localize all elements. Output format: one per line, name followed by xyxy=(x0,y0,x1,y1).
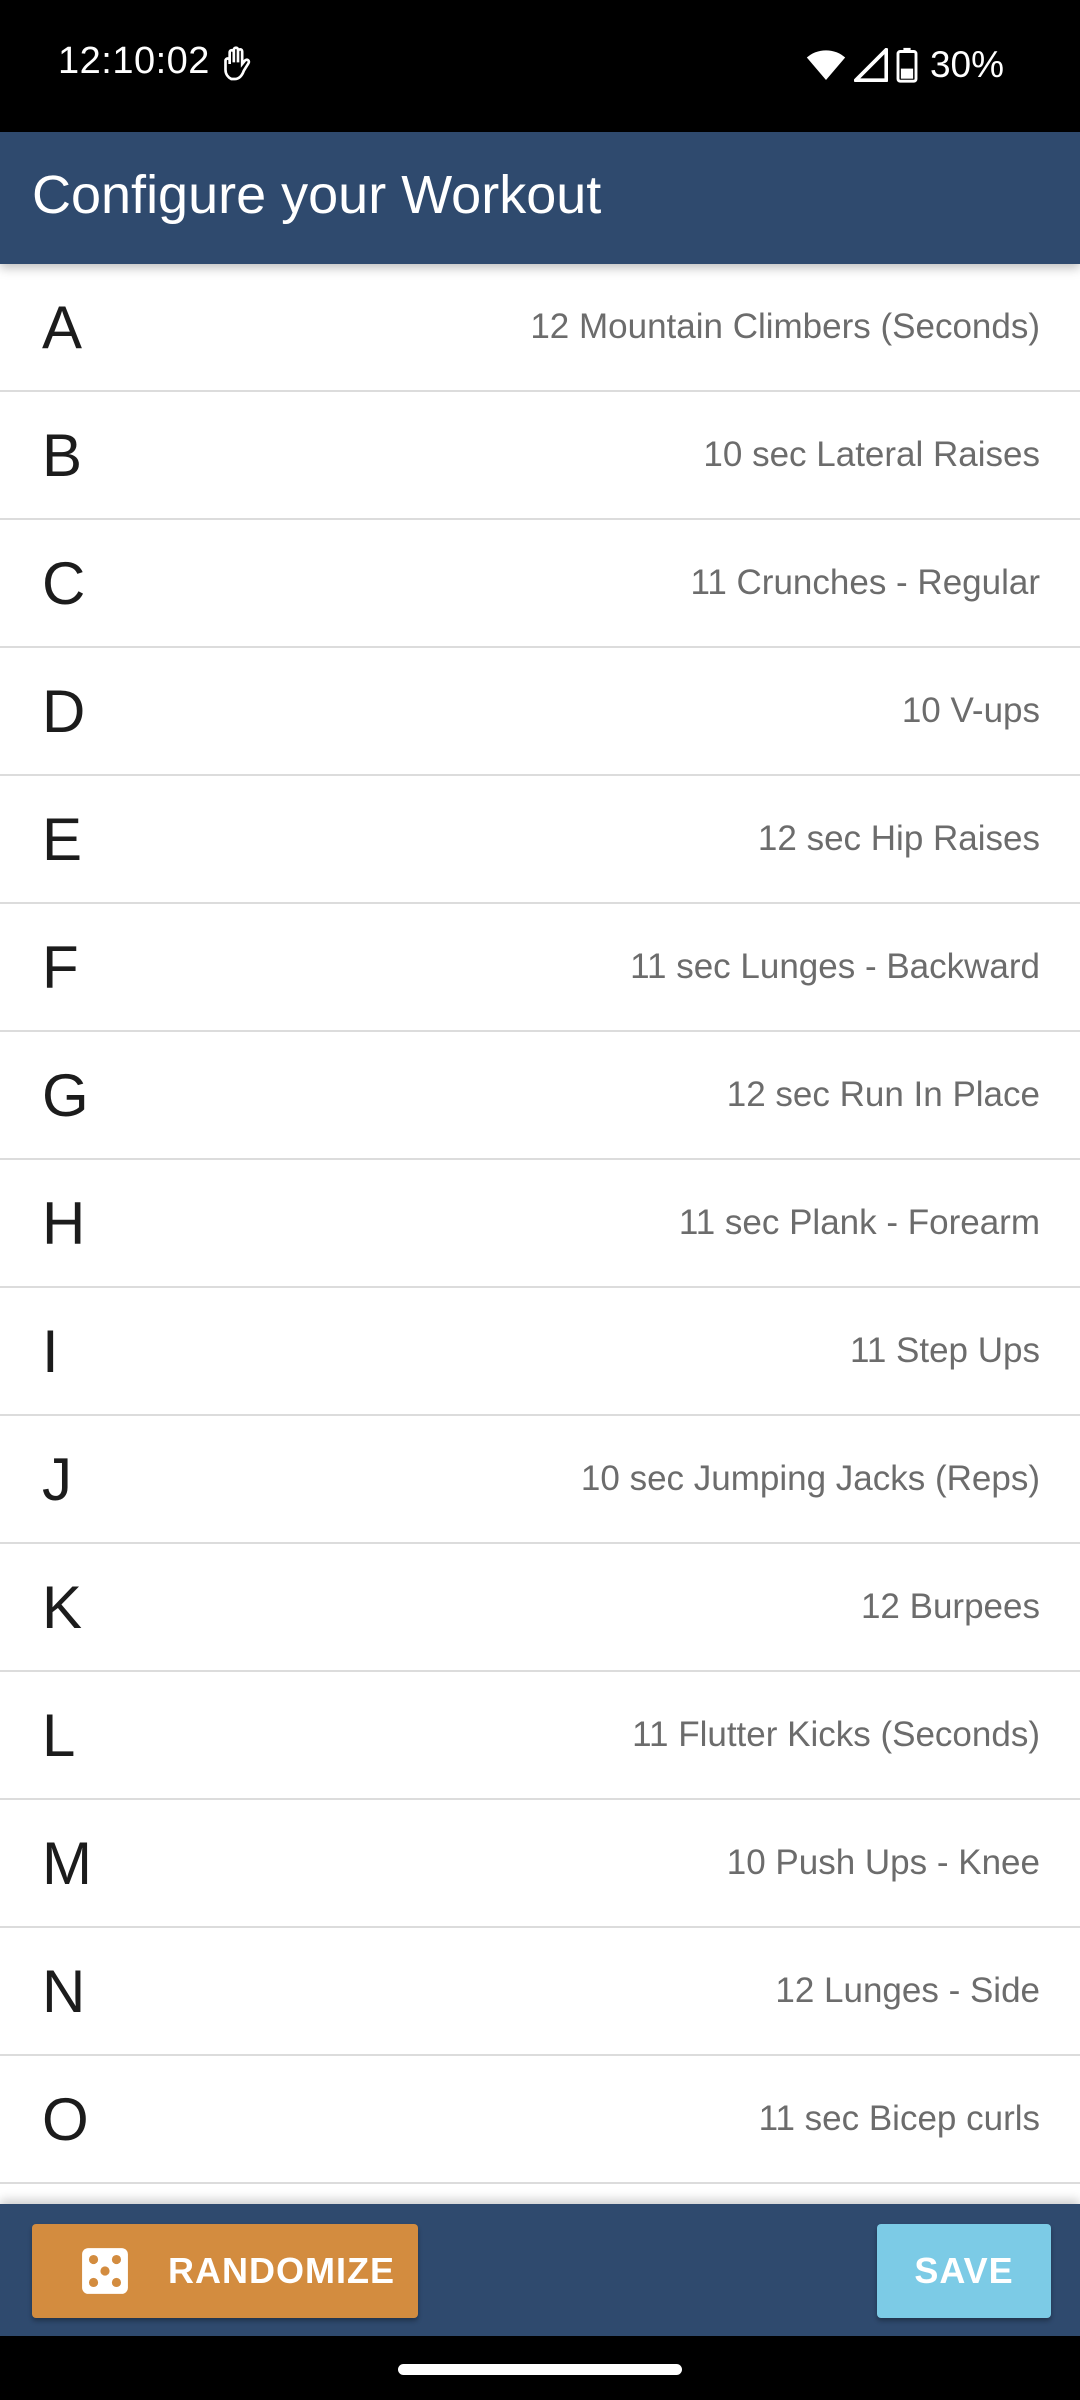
row-letter: F xyxy=(42,933,79,1001)
workout-row-e[interactable]: E 12 sec Hip Raises xyxy=(0,776,1080,904)
workout-row-h[interactable]: H 11 sec Plank - Forearm xyxy=(0,1160,1080,1288)
page-title: Configure your Workout xyxy=(32,165,602,225)
row-letter: M xyxy=(42,1829,92,1897)
row-exercise: 10 Push Ups - Knee xyxy=(726,1843,1040,1882)
row-exercise: 12 sec Hip Raises xyxy=(757,819,1040,858)
row-exercise: 12 sec Run In Place xyxy=(726,1075,1040,1114)
row-exercise: 11 Step Ups xyxy=(849,1331,1040,1370)
battery-icon xyxy=(896,47,918,83)
row-exercise: 12 Lunges - Side xyxy=(775,1971,1040,2010)
bottom-action-bar: RANDOMIZE SAVE xyxy=(0,2204,1080,2336)
battery-percent: 30% xyxy=(929,44,1004,85)
home-indicator[interactable] xyxy=(398,2364,682,2375)
dice-icon xyxy=(82,2248,128,2294)
workout-row-n[interactable]: N 12 Lunges - Side xyxy=(0,1928,1080,2056)
row-exercise: 11 sec Bicep curls xyxy=(758,2099,1040,2138)
row-letter: O xyxy=(42,2085,89,2153)
status-time: 12:10:02 xyxy=(58,40,210,82)
hand-gesture-icon xyxy=(224,46,251,81)
row-exercise: 10 V-ups xyxy=(901,691,1040,730)
workout-row-l[interactable]: L 11 Flutter Kicks (Seconds) xyxy=(0,1672,1080,1800)
workout-row-g[interactable]: G 12 sec Run In Place xyxy=(0,1032,1080,1160)
workout-list[interactable]: A 12 Mountain Climbers (Seconds) B 10 se… xyxy=(0,264,1080,2204)
row-letter: H xyxy=(42,1189,86,1257)
row-letter: L xyxy=(42,1701,76,1769)
randomize-label: RANDOMIZE xyxy=(168,2250,395,2291)
row-exercise: 12 Mountain Climbers (Seconds) xyxy=(530,307,1040,346)
row-exercise: 11 sec Plank - Forearm xyxy=(678,1203,1040,1242)
row-exercise: 11 sec Lunges - Backward xyxy=(630,947,1040,986)
workout-row-i[interactable]: I 11 Step Ups xyxy=(0,1288,1080,1416)
row-letter: D xyxy=(42,677,86,745)
status-icons: 30% xyxy=(806,38,1004,92)
workout-row-m[interactable]: M 10 Push Ups - Knee xyxy=(0,1800,1080,1928)
row-letter: B xyxy=(42,421,83,489)
workout-row-b[interactable]: B 10 sec Lateral Raises xyxy=(0,392,1080,520)
workout-row-k[interactable]: K 12 Burpees xyxy=(0,1544,1080,1672)
row-exercise: 10 sec Jumping Jacks (Reps) xyxy=(580,1459,1040,1498)
navigation-bar xyxy=(0,2336,1080,2400)
row-exercise: 12 Burpees xyxy=(860,1587,1040,1626)
workout-config-screen: 12:10:02 30% Configure your Workout A 12… xyxy=(0,0,1080,2400)
randomize-button[interactable]: RANDOMIZE xyxy=(32,2224,418,2318)
row-letter: I xyxy=(42,1317,59,1385)
row-exercise: 11 Crunches - Regular xyxy=(690,563,1040,602)
workout-row-j[interactable]: J 10 sec Jumping Jacks (Reps) xyxy=(0,1416,1080,1544)
wifi-icon xyxy=(806,50,846,80)
app-bar: Configure your Workout xyxy=(0,132,1080,264)
row-letter: C xyxy=(42,549,86,617)
workout-row-f[interactable]: F 11 sec Lunges - Backward xyxy=(0,904,1080,1032)
row-letter: K xyxy=(42,1573,83,1641)
row-letter: A xyxy=(42,293,83,361)
status-bar: 12:10:02 30% xyxy=(0,0,1080,132)
cell-signal-icon xyxy=(853,48,888,82)
row-letter: G xyxy=(42,1061,89,1129)
row-letter: E xyxy=(42,805,83,873)
workout-row-c[interactable]: C 11 Crunches - Regular xyxy=(0,520,1080,648)
row-exercise: 10 sec Lateral Raises xyxy=(703,435,1040,474)
row-exercise: 11 Flutter Kicks (Seconds) xyxy=(632,1715,1040,1754)
row-letter: N xyxy=(42,1957,86,2025)
save-label: SAVE xyxy=(914,2250,1014,2291)
workout-row-o[interactable]: O 11 sec Bicep curls xyxy=(0,2056,1080,2184)
save-button[interactable]: SAVE xyxy=(877,2224,1051,2318)
workout-row-d[interactable]: D 10 V-ups xyxy=(0,648,1080,776)
workout-row-a[interactable]: A 12 Mountain Climbers (Seconds) xyxy=(0,264,1080,392)
row-letter: J xyxy=(42,1445,72,1513)
